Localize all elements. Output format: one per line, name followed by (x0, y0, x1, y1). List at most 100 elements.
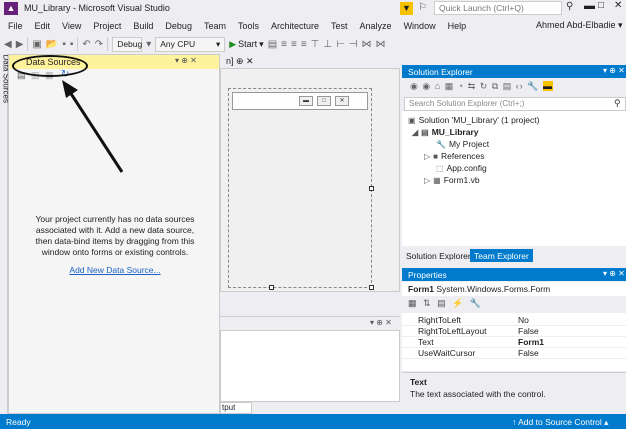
properties-icon[interactable]: 🔧 (527, 81, 539, 91)
tab-team-explorer[interactable]: Team Explorer (470, 249, 533, 262)
tab-solution-explorer[interactable]: Solution Explorer (406, 251, 471, 261)
align-middle-icon[interactable]: ⊥ (323, 39, 332, 50)
tab-output[interactable]: tput (220, 402, 252, 414)
align-right-icon[interactable]: ≡ (301, 39, 307, 50)
property-value[interactable]: Form1 (518, 337, 544, 347)
tree-item-my-project[interactable]: 🔧 My Project (436, 139, 489, 149)
pending-changes-icon[interactable]: ◔ (458, 81, 464, 91)
menu-edit[interactable]: Edit (29, 21, 57, 31)
show-all-files-icon[interactable]: ▤ (503, 81, 513, 91)
property-name: RightToLeftLayout (418, 326, 487, 336)
menu-help[interactable]: Help (442, 21, 473, 31)
output-window-controls[interactable]: ▾ ⊕ ✕ (370, 318, 392, 327)
user-account[interactable]: Ahmed Abd-Elbadie ▾ (536, 20, 623, 31)
tree-item-references[interactable]: ▷ ■ References (424, 151, 484, 161)
properties-object-select[interactable]: Form1 System.Windows.Forms.Form (402, 282, 626, 296)
collapse-arrow-icon[interactable]: ◢ (412, 128, 418, 137)
menu-project[interactable]: Project (87, 21, 127, 31)
refresh-icon[interactable]: ↻ (480, 81, 489, 91)
menu-team[interactable]: Team (198, 21, 232, 31)
menu-architecture[interactable]: Architecture (265, 21, 325, 31)
filter-icon[interactable]: ▼ (400, 2, 413, 15)
menu-debug[interactable]: Debug (159, 21, 198, 31)
feedback-icon[interactable]: ⚐ (418, 2, 427, 13)
property-value[interactable]: False (518, 326, 539, 336)
align-top-icon[interactable]: ⊤ (311, 39, 320, 50)
same-width-icon[interactable]: ⊢ (336, 39, 345, 50)
properties-window-controls[interactable]: ▾ ⊕ ✕ (603, 269, 625, 278)
property-description-text: The text associated with the control. (410, 389, 546, 399)
menu-analyze[interactable]: Analyze (354, 21, 398, 31)
back-icon[interactable]: ◉ (410, 81, 419, 91)
property-pages-icon[interactable]: 🔧 (470, 298, 483, 308)
open-folder-icon[interactable]: 📂 (46, 39, 58, 50)
forward-icon[interactable]: ◉ (422, 81, 431, 91)
resize-handle-right[interactable] (369, 186, 374, 191)
switch-views-icon[interactable]: ▦ (445, 81, 455, 91)
save-all-icon[interactable]: ▪ (70, 39, 74, 50)
chevron-down-icon[interactable]: ▾ (146, 39, 151, 50)
forward-icon[interactable]: ▶ (16, 39, 24, 50)
tree-item-form1[interactable]: ▷ ▦ Form1.vb (424, 175, 480, 185)
alphabetical-icon[interactable]: ⇅ (423, 298, 433, 308)
undo-icon[interactable]: ↶ (82, 39, 90, 50)
align-left-icon[interactable]: ≡ (281, 39, 287, 50)
add-to-source-control-button[interactable]: ↑ Add to Source Control ▴ (512, 417, 608, 428)
tree-item-app-config[interactable]: ⬚ App.config (436, 163, 487, 173)
new-project-icon[interactable]: ▣ (32, 39, 41, 50)
menu-file[interactable]: File (2, 21, 29, 31)
code-icon[interactable]: ‹› (516, 81, 524, 91)
property-row[interactable]: UseWaitCursor False (402, 348, 626, 359)
data-sources-window-controls[interactable]: ▾ ⊕ ✕ (175, 56, 197, 65)
events-icon[interactable]: ⚡ (452, 298, 465, 308)
form1-design-window[interactable] (228, 88, 372, 288)
tree-item-solution[interactable]: ▣ Solution 'MU_Library' (1 project) (408, 115, 539, 125)
tree-item-label: References (441, 151, 485, 161)
browser-link-icon[interactable]: ▤ (268, 39, 277, 50)
home-icon[interactable]: ⌂ (435, 81, 441, 91)
resize-handle-corner[interactable] (369, 285, 374, 290)
minimize-button[interactable]: ▬ (584, 0, 595, 12)
back-icon[interactable]: ◀ (4, 39, 12, 50)
collapse-all-icon[interactable]: ⧉ (492, 81, 499, 91)
quick-launch-input[interactable]: Quick Launch (Ctrl+Q) (434, 1, 562, 15)
search-icon[interactable]: ⚲ (566, 1, 573, 12)
property-value[interactable]: No (518, 315, 529, 325)
redo-icon[interactable]: ↷ (95, 39, 103, 50)
solution-platform-value: Any CPU (160, 38, 196, 49)
start-button[interactable]: ▶ Start ▾ (229, 39, 263, 50)
save-icon[interactable]: ▪ (62, 39, 66, 50)
maximize-button[interactable]: □ (598, 0, 604, 11)
config-file-icon: ⬚ (436, 163, 444, 173)
resize-handle-bottom[interactable] (269, 285, 274, 290)
menu-build[interactable]: Build (127, 21, 159, 31)
solution-explorer-window-controls[interactable]: ▾ ⊕ ✕ (603, 66, 625, 75)
property-row[interactable]: Text Form1 (402, 337, 626, 348)
expand-arrow-icon[interactable]: ▷ (424, 152, 430, 161)
solution-platform-select[interactable]: Any CPU ▾ (155, 36, 226, 52)
property-row[interactable]: RightToLeftLayout False (402, 326, 626, 337)
designer-tab[interactable]: n] ⊕ ✕ (226, 56, 254, 67)
preview-icon[interactable]: ▬ (543, 81, 554, 91)
property-row[interactable]: RightToLeft No (402, 315, 626, 326)
center-vertically-icon[interactable]: ⋈ (376, 39, 386, 50)
expand-arrow-icon[interactable]: ▷ (424, 176, 430, 185)
tree-item-label: My Project (448, 139, 490, 149)
property-value[interactable]: False (518, 348, 539, 358)
center-horizontally-icon[interactable]: ⋈ (362, 39, 372, 50)
menu-tools[interactable]: Tools (232, 21, 265, 31)
tree-item-project[interactable]: ◢ ▤ MU_Library (412, 127, 478, 137)
menu-window[interactable]: Window (398, 21, 442, 31)
tree-item-label: App.config (446, 163, 487, 173)
menu-view[interactable]: View (56, 21, 87, 31)
same-height-icon[interactable]: ⊣ (349, 39, 358, 50)
solution-configuration-select[interactable]: Debug (112, 36, 142, 52)
menu-test[interactable]: Test (325, 21, 354, 31)
close-button[interactable]: ✕ (614, 0, 622, 11)
categorized-icon[interactable]: ▦ (408, 298, 419, 308)
sync-icon[interactable]: ⇆ (468, 81, 477, 91)
align-center-icon[interactable]: ≡ (291, 39, 297, 50)
add-new-data-source-link[interactable]: Add New Data Source... (29, 265, 201, 275)
solution-explorer-search-input[interactable]: Search Solution Explorer (Ctrl+;) (404, 97, 626, 111)
properties-icon[interactable]: ▤ (437, 298, 448, 308)
